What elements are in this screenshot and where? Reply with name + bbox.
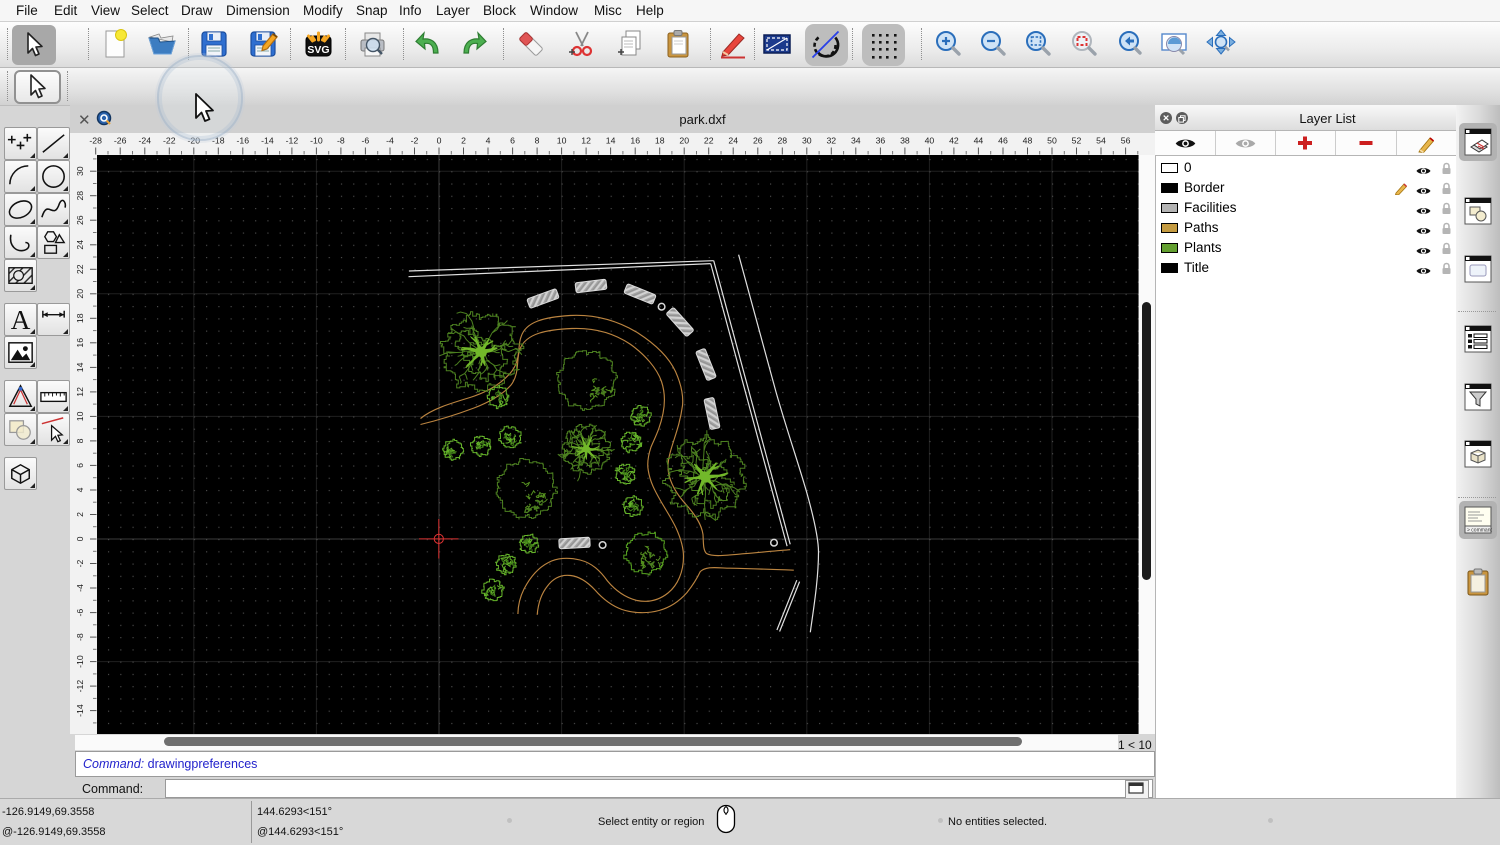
svg-text:38: 38 bbox=[900, 136, 910, 146]
svg-text:0: 0 bbox=[437, 136, 442, 146]
svg-text:16: 16 bbox=[75, 338, 85, 348]
svg-text:-8: -8 bbox=[337, 136, 345, 146]
svg-text:34: 34 bbox=[851, 136, 861, 146]
svg-text:16: 16 bbox=[630, 136, 640, 146]
svg-text:30: 30 bbox=[802, 136, 812, 146]
svg-text:48: 48 bbox=[1023, 136, 1033, 146]
svg-text:24: 24 bbox=[728, 136, 738, 146]
svg-text:18: 18 bbox=[75, 313, 85, 323]
svg-text:-4: -4 bbox=[386, 136, 394, 146]
svg-text:6: 6 bbox=[75, 463, 85, 468]
svg-text:-2: -2 bbox=[75, 559, 85, 567]
svg-text:-14: -14 bbox=[75, 704, 85, 717]
svg-text:26: 26 bbox=[753, 136, 763, 146]
svg-text:52: 52 bbox=[1072, 136, 1082, 146]
svg-text:-8: -8 bbox=[75, 633, 85, 641]
svg-text:-6: -6 bbox=[75, 609, 85, 617]
svg-text:8: 8 bbox=[535, 136, 540, 146]
svg-text:14: 14 bbox=[606, 136, 616, 146]
svg-text:40: 40 bbox=[925, 136, 935, 146]
svg-text:8: 8 bbox=[75, 438, 85, 443]
svg-text:-22: -22 bbox=[163, 136, 176, 146]
svg-text:4: 4 bbox=[75, 487, 85, 492]
svg-text:12: 12 bbox=[75, 387, 85, 397]
svg-text:32: 32 bbox=[826, 136, 836, 146]
svg-text:56: 56 bbox=[1121, 136, 1131, 146]
svg-text:-12: -12 bbox=[75, 680, 85, 693]
svg-text:20: 20 bbox=[679, 136, 689, 146]
svg-text:10: 10 bbox=[75, 411, 85, 421]
svg-text:-16: -16 bbox=[237, 136, 250, 146]
svg-text:22: 22 bbox=[704, 136, 714, 146]
svg-text:12: 12 bbox=[581, 136, 591, 146]
svg-text:0: 0 bbox=[75, 536, 85, 541]
svg-text:-10: -10 bbox=[75, 655, 85, 668]
svg-text:10: 10 bbox=[557, 136, 567, 146]
svg-text:-24: -24 bbox=[139, 136, 152, 146]
svg-text:4: 4 bbox=[486, 136, 491, 146]
svg-text:54: 54 bbox=[1096, 136, 1106, 146]
svg-text:-28: -28 bbox=[89, 136, 102, 146]
svg-text:-6: -6 bbox=[362, 136, 370, 146]
svg-text:18: 18 bbox=[655, 136, 665, 146]
svg-text:46: 46 bbox=[998, 136, 1008, 146]
svg-text:-4: -4 bbox=[75, 584, 85, 592]
svg-text:20: 20 bbox=[75, 289, 85, 299]
svg-text:30: 30 bbox=[75, 166, 85, 176]
svg-text:28: 28 bbox=[75, 191, 85, 201]
svg-text:50: 50 bbox=[1047, 136, 1057, 146]
svg-text:44: 44 bbox=[974, 136, 984, 146]
svg-text:2: 2 bbox=[75, 512, 85, 517]
svg-text:6: 6 bbox=[510, 136, 515, 146]
svg-text:36: 36 bbox=[876, 136, 886, 146]
svg-text:2: 2 bbox=[461, 136, 466, 146]
svg-text:-14: -14 bbox=[261, 136, 274, 146]
svg-text:-26: -26 bbox=[114, 136, 127, 146]
svg-text:-12: -12 bbox=[286, 136, 299, 146]
svg-text:> command: > command bbox=[1467, 528, 1492, 534]
svg-text:14: 14 bbox=[75, 362, 85, 372]
svg-text:28: 28 bbox=[777, 136, 787, 146]
svg-text:24: 24 bbox=[75, 240, 85, 250]
svg-text:-10: -10 bbox=[310, 136, 323, 146]
svg-text:26: 26 bbox=[75, 215, 85, 225]
svg-text:-2: -2 bbox=[411, 136, 419, 146]
svg-text:22: 22 bbox=[75, 264, 85, 274]
svg-text:42: 42 bbox=[949, 136, 959, 146]
